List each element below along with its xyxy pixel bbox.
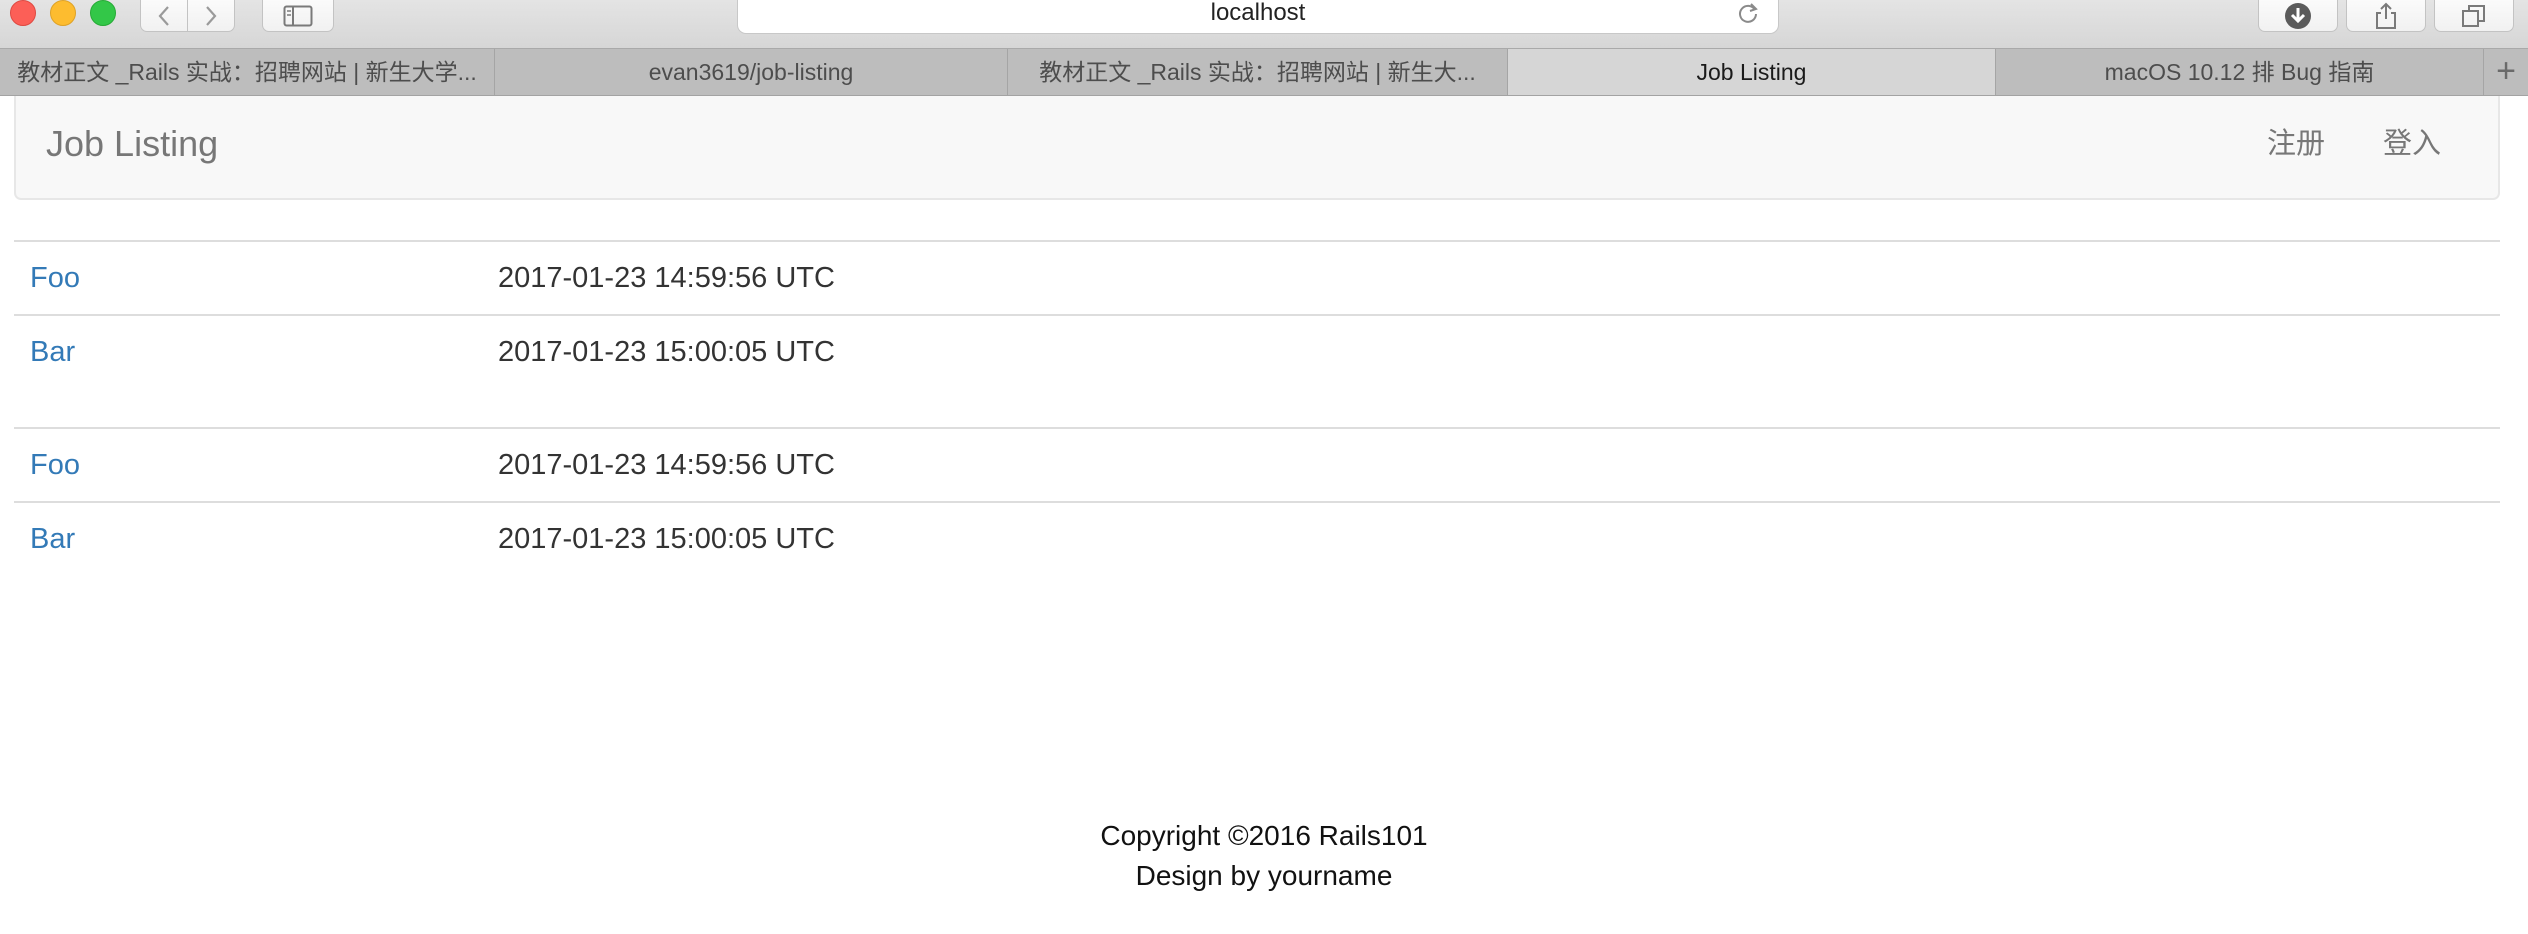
tab-overview-icon: [2462, 4, 2485, 27]
job-title-cell: Bar: [14, 314, 498, 388]
table-row: Bar 2017-01-23 15:00:05 UTC: [14, 501, 2500, 575]
tab-2[interactable]: evan3619/job-listing: [495, 49, 1008, 95]
table-row: Foo 2017-01-23 14:59:56 UTC: [14, 427, 2500, 502]
reload-icon[interactable]: [1736, 0, 1760, 30]
table-row: Bar 2017-01-23 15:00:05 UTC: [14, 314, 2500, 388]
tab-label: 教材正文 _Rails 实战：招聘网站 | 新生大...: [1039, 59, 1476, 85]
tab-3[interactable]: 教材正文 _Rails 实战：招聘网站 | 新生大...: [1008, 49, 1508, 95]
sidebar-icon: [283, 5, 313, 26]
job-created-at: 2017-01-23 14:59:56 UTC: [498, 240, 2500, 315]
zoom-window-button[interactable]: [90, 0, 116, 26]
tab-overview-button[interactable]: [2434, 0, 2514, 32]
brand-link[interactable]: Job Listing: [46, 124, 218, 164]
job-title-link[interactable]: Bar: [30, 336, 75, 368]
jobs-table: Foo 2017-01-23 14:59:56 UTC Bar 2017-01-…: [14, 427, 2500, 575]
close-window-button[interactable]: [10, 0, 36, 26]
tab-job-listing[interactable]: Job Listing: [1508, 49, 1996, 95]
job-title-link[interactable]: Bar: [30, 523, 75, 555]
job-created-at: 2017-01-23 15:00:05 UTC: [498, 314, 2500, 388]
job-title-link[interactable]: Foo: [30, 262, 80, 294]
tab-label: evan3619/job-listing: [648, 59, 854, 85]
table-row: Foo 2017-01-23 14:59:56 UTC: [14, 240, 2500, 315]
job-title-cell: Foo: [14, 427, 498, 502]
copyright-text: Copyright ©2016 Rails101: [1100, 820, 1428, 851]
tab-label: Job Listing: [1696, 59, 1807, 85]
page-footer: Copyright ©2016 Rails101 Design by yourn…: [0, 816, 2528, 896]
share-icon: [2376, 2, 2396, 29]
job-created-at: 2017-01-23 15:00:05 UTC: [498, 501, 2500, 575]
forward-button[interactable]: [187, 0, 235, 32]
sidebar-button[interactable]: [262, 0, 334, 32]
tab-label: 教材正文 _Rails 实战：招聘网站 | 新生大学...: [17, 59, 477, 85]
design-credit-text: Design by yourname: [1135, 860, 1393, 891]
new-tab-button[interactable]: +: [2484, 49, 2528, 95]
site-navbar: Job Listing 注册 登入: [14, 96, 2500, 200]
address-text: localhost: [1210, 0, 1306, 26]
chevron-left-icon: [158, 5, 169, 26]
address-bar[interactable]: localhost: [737, 0, 1779, 34]
tab-bar: 教材正文 _Rails 实战：招聘网站 | 新生大学... evan3619/j…: [0, 48, 2528, 96]
job-title-link[interactable]: Foo: [30, 449, 80, 481]
job-title-cell: Foo: [14, 240, 498, 315]
downloads-button[interactable]: [2258, 0, 2338, 32]
signup-link[interactable]: 注册: [2267, 126, 2325, 162]
download-icon: [2285, 2, 2311, 29]
minimize-window-button[interactable]: [50, 0, 76, 26]
back-button[interactable]: [140, 0, 188, 32]
chevron-right-icon: [206, 5, 217, 26]
login-link[interactable]: 登入: [2383, 126, 2441, 162]
browser-toolbar: localhost: [0, 0, 2528, 48]
jobs-table: Foo 2017-01-23 14:59:56 UTC Bar 2017-01-…: [14, 240, 2500, 388]
tab-label: macOS 10.12 排 Bug 指南: [2104, 59, 2375, 85]
share-button[interactable]: [2346, 0, 2426, 32]
tab-1[interactable]: 教材正文 _Rails 实战：招聘网站 | 新生大学...: [0, 49, 495, 95]
history-nav: [140, 0, 236, 32]
tab-5[interactable]: macOS 10.12 排 Bug 指南: [1996, 49, 2484, 95]
job-title-cell: Bar: [14, 501, 498, 575]
job-created-at: 2017-01-23 14:59:56 UTC: [498, 427, 2500, 502]
